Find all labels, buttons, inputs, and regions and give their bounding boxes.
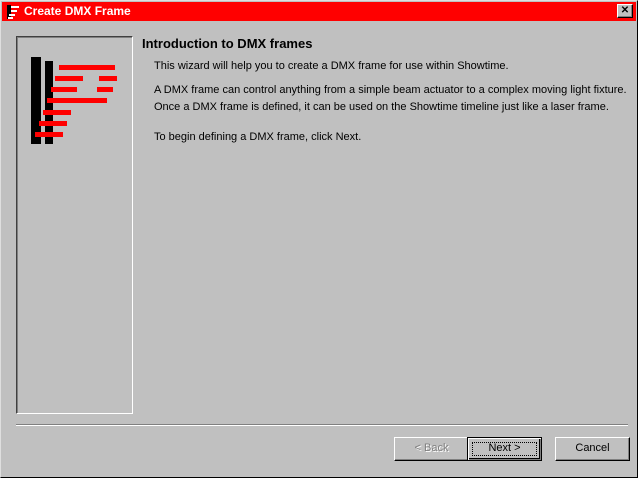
back-button-label: < Back xyxy=(414,442,449,454)
intro-text: This wizard will help you to create a DM… xyxy=(154,60,509,72)
cancel-button-label: Cancel xyxy=(575,442,610,454)
close-icon: ✕ xyxy=(620,5,630,16)
title-bar[interactable]: Create DMX Frame ✕ xyxy=(2,2,636,21)
instruction-text: To begin defining a DMX frame, click Nex… xyxy=(154,131,362,143)
focus-rectangle xyxy=(472,442,537,456)
description-line-2: Once a DMX frame is defined, it can be u… xyxy=(154,101,609,113)
next-button[interactable]: Next > xyxy=(467,437,542,461)
back-button[interactable]: < Back xyxy=(394,437,469,461)
app-icon[interactable] xyxy=(5,4,21,20)
cancel-button[interactable]: Cancel xyxy=(555,437,630,461)
wizard-side-panel xyxy=(16,36,133,414)
dmx-logo-icon xyxy=(31,57,117,144)
wizard-window: Create DMX Frame ✕ Introduction to DMX f… xyxy=(0,0,638,478)
button-separator xyxy=(16,424,628,426)
description-line-1: A DMX frame can control anything from a … xyxy=(154,84,627,96)
page-title: Introduction to DMX frames xyxy=(142,36,313,51)
window-title: Create DMX Frame xyxy=(24,4,131,18)
close-button[interactable]: ✕ xyxy=(617,4,633,18)
